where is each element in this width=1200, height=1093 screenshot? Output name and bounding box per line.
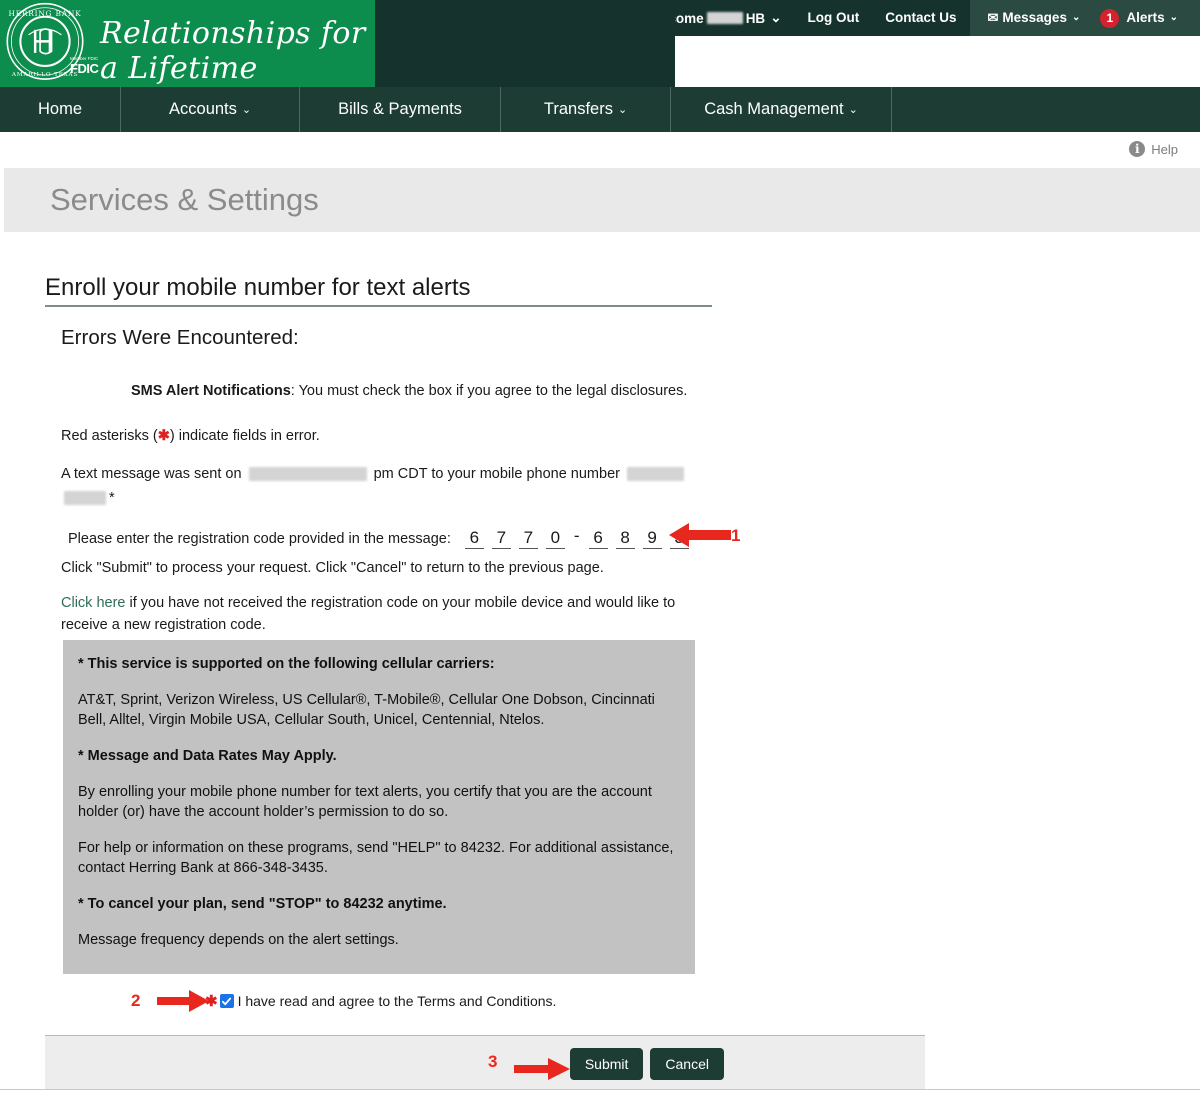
asterisk-icon: ✱ xyxy=(157,428,170,444)
required-note-prefix: Red asterisks ( xyxy=(61,428,158,444)
info-icon: i xyxy=(1129,141,1146,157)
annotation-number-2: 2 xyxy=(131,991,141,1010)
carriers-list: AT&T, Sprint, Verizon Wireless, US Cellu… xyxy=(78,692,655,728)
error-message-label: SMS Alert Notifications xyxy=(131,383,291,399)
help-contact-text: For help or information on these program… xyxy=(78,840,674,876)
help-row: i Help xyxy=(0,132,1200,168)
svg-text:HERRING BANK: HERRING BANK xyxy=(8,9,81,18)
annotation-arrow-3 xyxy=(514,1058,570,1080)
cancel-button[interactable]: Cancel xyxy=(650,1048,724,1080)
code-digit-2[interactable] xyxy=(491,527,511,549)
chevron-down-icon: ⌄ xyxy=(1169,12,1178,23)
legal-disclosure-box: * This service is supported on the follo… xyxy=(63,640,695,974)
code-digit-7[interactable] xyxy=(642,527,662,549)
sms-sent-prefix: A text message was sent on xyxy=(61,466,242,482)
message-frequency-text: Message frequency depends on the alert s… xyxy=(78,932,399,948)
fdic-label: FDIC xyxy=(70,61,99,76)
redacted-username xyxy=(706,12,743,24)
page-title: Services & Settings xyxy=(50,182,319,217)
chevron-down-icon: ⌄ xyxy=(848,104,858,116)
sms-sent-middle: pm CDT to your mobile phone number xyxy=(373,466,620,482)
resend-code-note: Click here if you have not received the … xyxy=(61,592,681,636)
sms-sent-asterisk: * xyxy=(109,490,115,506)
header-strip xyxy=(375,0,675,87)
nav-filler xyxy=(892,87,1200,132)
nav-item-cash-management[interactable]: Cash Management ⌄ xyxy=(671,87,892,132)
page-title-band: Services & Settings xyxy=(4,168,1200,232)
form-action-bar: Submit Cancel xyxy=(45,1035,925,1092)
terms-agreement-row: ✱ I have read and agree to the Terms and… xyxy=(205,992,556,1010)
messages-alerts-group: ✉ Messages ⌄ 1 Alerts ⌄ xyxy=(969,0,1200,36)
section-divider xyxy=(45,305,712,307)
code-digit-5[interactable] xyxy=(588,527,608,549)
chevron-down-icon: ⌄ xyxy=(241,104,252,116)
required-field-note: Red asterisks (✱) indicate fields in err… xyxy=(61,428,320,444)
nav-item-bills-payments[interactable]: Bills & Payments xyxy=(300,87,501,132)
submit-instructions: Click "Submit" to process your request. … xyxy=(61,560,604,576)
nav-item-transfers[interactable]: Transfers ⌄ xyxy=(501,87,672,132)
code-digit-4[interactable] xyxy=(545,527,565,549)
nav-item-home[interactable]: Home xyxy=(0,87,122,132)
sms-sent-note: A text message was sent on pm CDT to you… xyxy=(61,462,721,510)
redacted-timestamp xyxy=(248,467,367,482)
alerts-menu[interactable]: 1 Alerts ⌄ xyxy=(1090,0,1188,36)
envelope-icon: ✉ xyxy=(987,10,999,25)
bottom-page-edge xyxy=(0,1089,1200,1093)
nav-item-label: Bills & Payments xyxy=(338,100,462,118)
code-digit-6[interactable] xyxy=(615,527,635,549)
error-message: SMS Alert Notifications: You must check … xyxy=(131,383,687,399)
terms-checkbox[interactable] xyxy=(219,994,234,1008)
nav-item-label: Accounts xyxy=(169,100,237,118)
annotation-arrow-1 xyxy=(669,523,731,547)
help-button[interactable]: i Help xyxy=(1129,141,1178,157)
top-links-group: Welcome HB ⌄ Log Out Contact Us ✉ Messag… xyxy=(632,0,1200,36)
certify-text: By enrolling your mobile phone number fo… xyxy=(78,784,652,820)
fdic-mark: Member FDIC FDIC xyxy=(70,56,99,76)
resend-code-link[interactable]: Click here xyxy=(61,595,125,611)
code-separator: - xyxy=(573,526,580,545)
terms-checkbox-label: I have read and agree to the Terms and C… xyxy=(237,993,557,1009)
contact-us-link[interactable]: Contact Us xyxy=(872,0,969,36)
messages-label: Messages xyxy=(1002,10,1067,25)
code-digit-3[interactable] xyxy=(518,527,538,549)
messages-menu[interactable]: ✉ Messages ⌄ xyxy=(978,0,1091,36)
brand-header[interactable]: HERRING BANK AMARILLO TEXAS Member FDIC … xyxy=(0,0,375,87)
checkmark-icon xyxy=(221,997,232,1005)
alerts-count-badge: 1 xyxy=(1100,8,1120,28)
redacted-phone-part2 xyxy=(64,491,106,506)
redacted-phone-part1 xyxy=(627,467,684,482)
chevron-down-icon: ⌄ xyxy=(617,104,628,116)
required-note-suffix: ) indicate fields in error. xyxy=(169,428,320,444)
nav-item-accounts[interactable]: Accounts ⌄ xyxy=(121,87,301,132)
errors-heading: Errors Were Encountered: xyxy=(61,326,299,349)
log-out-link[interactable]: Log Out xyxy=(795,0,873,36)
main-navigation: Home Accounts ⌄ Bills & Payments Transfe… xyxy=(0,87,1200,132)
resend-code-text: if you have not received the registratio… xyxy=(61,595,676,633)
brand-tagline: Relationships for a Lifetime xyxy=(100,16,366,86)
error-message-text: : You must check the box if you agree to… xyxy=(290,383,688,399)
chevron-down-icon: ⌄ xyxy=(1071,12,1081,23)
svg-text:AMARILLO TEXAS: AMARILLO TEXAS xyxy=(11,72,78,78)
code-digit-1[interactable] xyxy=(464,527,484,549)
nav-item-label: Home xyxy=(38,100,83,118)
registration-code-row: Please enter the registration code provi… xyxy=(68,526,693,549)
annotation-number-3: 3 xyxy=(488,1052,498,1071)
alerts-label: Alerts xyxy=(1126,10,1165,25)
nav-item-label: Cash Management xyxy=(704,100,844,118)
rates-heading: * Message and Data Rates May Apply. xyxy=(78,748,337,764)
app-page: Welcome HB ⌄ Log Out Contact Us ✉ Messag… xyxy=(0,0,1200,1093)
registration-code-label: Please enter the registration code provi… xyxy=(68,531,451,547)
carriers-heading: * This service is supported on the follo… xyxy=(78,656,495,672)
annotation-arrow-2 xyxy=(157,990,209,1012)
nav-item-label: Transfers xyxy=(543,100,613,118)
cancel-plan-heading: * To cancel your plan, send "STOP" to 84… xyxy=(78,896,447,912)
chevron-down-icon: ⌄ xyxy=(770,10,782,25)
left-page-edge xyxy=(0,132,4,1093)
annotation-number-1: 1 xyxy=(731,526,741,545)
section-heading: Enroll your mobile number for text alert… xyxy=(45,274,471,301)
help-label: Help xyxy=(1151,141,1178,157)
welcome-suffix: HB xyxy=(745,10,766,26)
submit-button[interactable]: Submit xyxy=(569,1048,644,1080)
